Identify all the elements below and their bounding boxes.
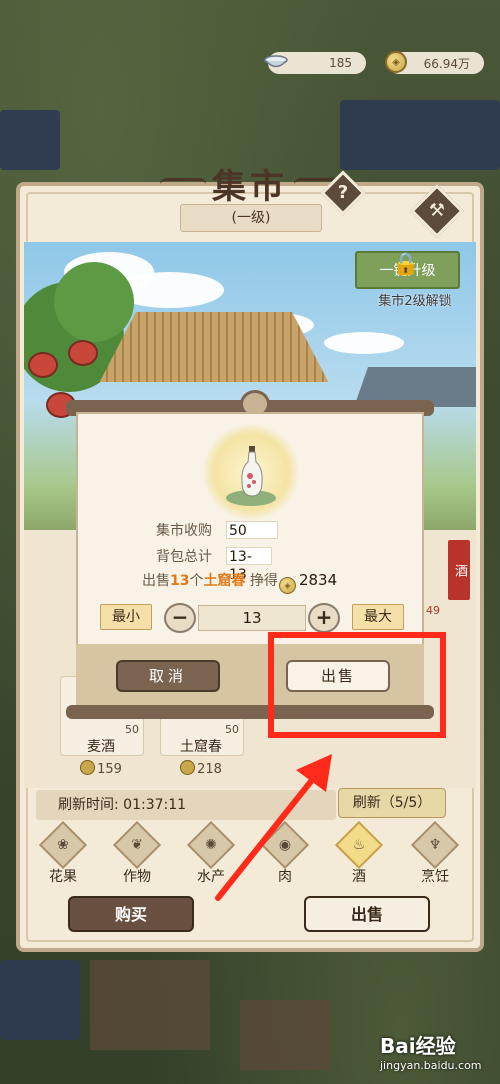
sell-count: 13 [170,573,190,589]
wine-bottle-icon [241,446,263,497]
fruit-icon: ❀ [57,837,69,853]
increase-button[interactable]: + [308,603,340,633]
item-price-value: 159 [97,762,122,777]
coin-icon [80,760,96,775]
sell-summary: 出售13个土窟春 挣得 ◈ 2834 [142,570,337,594]
lantern [68,340,98,366]
category-tag: 酒 [448,540,470,600]
category-tab-cooking[interactable]: ♆ 烹饪 [406,820,464,885]
market-buy-label: 集市收购 [156,523,212,539]
tree [54,262,134,342]
item-name: 麦酒 [87,739,115,755]
bag-total-value: 13-13 [226,547,272,583]
coin-icon: ◈ [382,48,410,76]
sell-item-name: 土窟春 [203,573,246,589]
category-tab-fruit[interactable]: ❀ 花果 [34,820,92,885]
coin-icon: ◈ [278,577,296,594]
min-button[interactable]: 最小 [100,604,152,630]
background-house [90,960,210,1050]
market-buy-value: 50 [226,521,278,539]
lock-icon: 🔒 [392,252,420,277]
background-roof [0,110,60,170]
coin-icon [180,760,196,775]
title-banner: 集市 [160,158,340,208]
cloud-ornament-left [160,178,206,191]
sell-total: 2834 [298,571,338,589]
coin-count: 66.94万 [423,56,470,71]
background-roof [340,100,500,170]
market-level: (一级) [180,204,322,232]
quantity-input[interactable]: 13 [198,605,306,631]
partial-item-qty: 49 [426,604,440,617]
decrease-button[interactable]: − [164,603,196,633]
watermark-url: jingyan.baidu.com [380,1059,482,1072]
lantern [28,352,58,378]
background-house [240,1000,330,1070]
highlight-box [268,632,446,738]
cooking-icon: ♆ [428,837,442,853]
coin-counter[interactable]: ◈ 66.94万 [385,51,484,74]
sell-prefix: 出售 [142,573,170,589]
category-tab-crop[interactable]: ❦ 作物 [108,820,166,885]
bowl-icon [262,48,290,76]
bag-total-label: 背包总计 [156,549,212,565]
sell-unit: 个 [189,573,204,589]
background-roof [0,960,80,1040]
watermark: Bai经验 jingyan.baidu.com [380,1030,496,1078]
annotation-arrow-icon [215,754,332,901]
help-icon: ? [337,182,349,203]
page-title: 集市 [212,166,288,207]
cancel-button[interactable]: 取消 [116,660,220,692]
item-price: 159 [60,760,142,777]
bowl-count: 185 [329,56,352,70]
cloud [324,332,404,354]
watermark-logo: Bai经验 [380,1034,456,1058]
bowl-counter[interactable]: 185 [264,52,366,74]
hammer-icon: ⚒ [428,200,446,221]
max-button[interactable]: 最大 [352,604,404,630]
crop-icon: ❦ [131,837,143,853]
item-qty: 50 [125,723,139,736]
sell-earn-label: 挣得 [249,573,278,589]
item-qty: 50 [225,723,239,736]
buy-tab-button[interactable]: 购买 [68,896,194,932]
unlock-hint: 集市2级解锁 [378,294,452,309]
